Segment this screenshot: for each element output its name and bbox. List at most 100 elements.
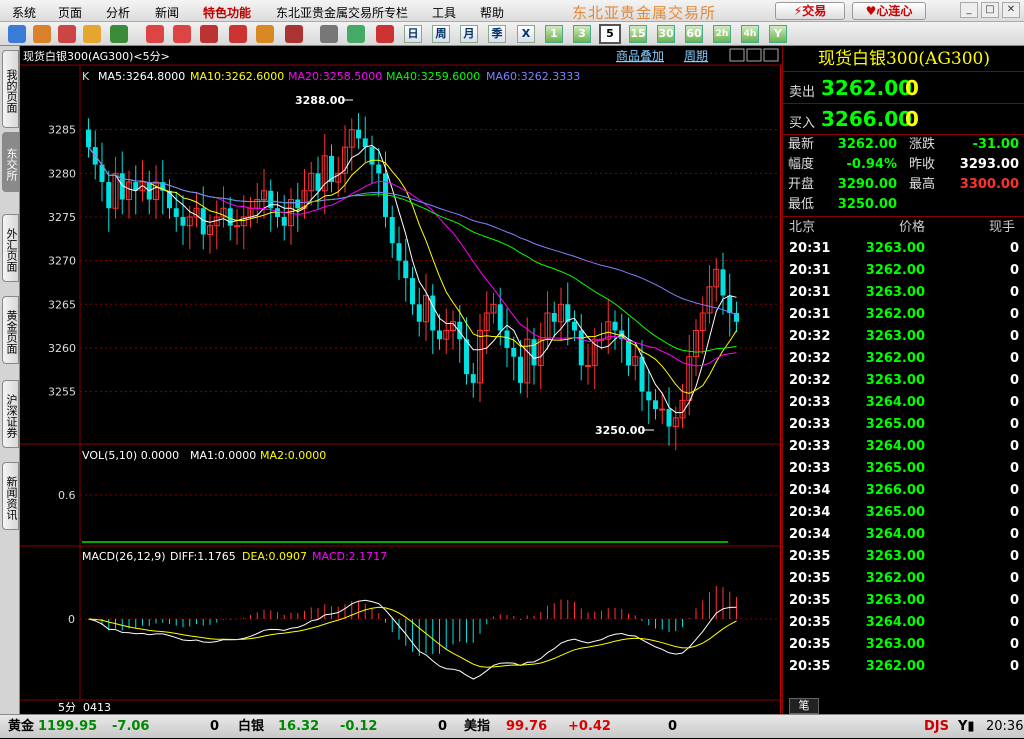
period-15-button[interactable]: 15 bbox=[629, 25, 647, 43]
lightning-icon: ⚡ bbox=[793, 4, 803, 18]
period-1-button[interactable]: 1 bbox=[545, 25, 563, 43]
tick-time: 20:35 bbox=[789, 637, 831, 652]
zoom-in-icon[interactable] bbox=[146, 25, 164, 43]
usd-change: +0.42 bbox=[568, 719, 611, 734]
home-icon[interactable] bbox=[33, 25, 51, 43]
side-tab-dongjiaosuo[interactable]: 东交所 bbox=[2, 132, 19, 192]
tick-row: 20:32 3262.00 0 bbox=[783, 348, 1024, 370]
side-tab-news[interactable]: 新闻资讯 bbox=[2, 462, 19, 530]
sell-label: 卖出 bbox=[789, 85, 816, 100]
candle-body bbox=[389, 216, 395, 244]
macd-indicator bbox=[80, 585, 781, 680]
side-tab-gold[interactable]: 黄金页面 bbox=[2, 296, 19, 364]
menu-tools[interactable]: 工具 bbox=[432, 4, 456, 21]
tick-price: 3263.00 bbox=[865, 373, 925, 388]
silver-change: -0.12 bbox=[340, 719, 378, 734]
quote-table-icon[interactable] bbox=[320, 25, 338, 43]
vol-tick: 0.6 bbox=[58, 489, 76, 502]
tick-time: 20:34 bbox=[789, 505, 831, 520]
tick-row: 20:31 3263.00 0 bbox=[783, 282, 1024, 304]
tick-time: 20:35 bbox=[789, 549, 831, 564]
candle-body bbox=[470, 374, 476, 383]
chart-area[interactable]: 现货白银300(AG300)<5分> 商品叠加 周期 K MA5:3264.80… bbox=[20, 46, 781, 714]
side-tab-forex[interactable]: 外汇页面 bbox=[2, 214, 19, 282]
period-year-button[interactable]: Y bbox=[769, 25, 787, 43]
candle-body bbox=[585, 364, 591, 367]
macd-name-label: MACD(26,12,9) bbox=[82, 550, 166, 563]
refresh-icon[interactable] bbox=[110, 25, 128, 43]
period-5-button[interactable]: 5 bbox=[599, 24, 621, 44]
tick-price: 3263.00 bbox=[865, 549, 925, 564]
period-4h-button[interactable]: 4h bbox=[741, 25, 759, 43]
xinlian-button[interactable]: ♥心连心 bbox=[852, 2, 926, 20]
overlay-icon[interactable] bbox=[200, 25, 218, 43]
candle-body bbox=[275, 208, 280, 217]
candle-body bbox=[464, 339, 469, 375]
menu-page[interactable]: 页面 bbox=[58, 4, 82, 21]
gold-change: -7.06 bbox=[112, 719, 150, 734]
side-tab-my-page[interactable]: 我的页面 bbox=[2, 50, 19, 128]
candle-body bbox=[639, 356, 645, 392]
candle-body bbox=[376, 164, 382, 174]
candle-body bbox=[437, 330, 442, 340]
tick-volume: 0 bbox=[1009, 461, 1019, 476]
status-bar: 黄金 1199.95 -7.06 0 白银 16.32 -0.12 0 美指 9… bbox=[0, 714, 1024, 738]
buy-row[interactable]: 买入 3266.00 0 bbox=[783, 104, 1024, 135]
candle-body bbox=[720, 269, 726, 296]
ma20-label: MA20:3258.5000 bbox=[288, 70, 382, 83]
candle-body bbox=[410, 278, 415, 305]
overlay-link[interactable]: 商品叠加 bbox=[616, 48, 664, 63]
filter-icon[interactable] bbox=[285, 25, 303, 43]
macd-zero-tick: 0 bbox=[68, 613, 75, 626]
period-link[interactable]: 周期 bbox=[684, 49, 708, 63]
sell-row[interactable]: 卖出 3262.00 0 bbox=[783, 73, 1024, 104]
period-3-button[interactable]: 3 bbox=[573, 25, 591, 43]
candle-body bbox=[659, 408, 666, 411]
close-button[interactable]: ✕ bbox=[1002, 2, 1020, 18]
period-2h-button[interactable]: 2h bbox=[713, 25, 731, 43]
tick-row: 20:31 3262.00 0 bbox=[783, 304, 1024, 326]
kline-chart[interactable]: 现货白银300(AG300)<5分> 商品叠加 周期 K MA5:3264.80… bbox=[20, 46, 781, 714]
tick-header-price: 价格 bbox=[899, 220, 926, 235]
period-week-button[interactable]: 周 bbox=[432, 25, 450, 43]
maximize-button[interactable]: □ bbox=[981, 2, 999, 18]
minute-chart-icon[interactable] bbox=[347, 25, 365, 43]
alert-icon[interactable] bbox=[256, 25, 274, 43]
minimize-button[interactable]: _ bbox=[960, 2, 978, 18]
low-marker-label: 3250.00 bbox=[595, 424, 645, 437]
draw-icon[interactable] bbox=[229, 25, 247, 43]
trade-button[interactable]: ⚡交易 bbox=[775, 2, 845, 20]
tick-row: 20:32 3263.00 0 bbox=[783, 370, 1024, 392]
tick-time: 20:32 bbox=[789, 351, 831, 366]
tick-icon[interactable] bbox=[376, 25, 394, 43]
period-month-button[interactable]: 月 bbox=[460, 25, 478, 43]
period-30-button[interactable]: 30 bbox=[657, 25, 675, 43]
vol-ma1-label: MA1:0.0000 bbox=[190, 449, 256, 462]
candle-body bbox=[612, 321, 618, 331]
folder-icon[interactable] bbox=[83, 25, 101, 43]
silver-label: 白银 bbox=[238, 719, 265, 734]
tick-volume: 0 bbox=[1009, 285, 1019, 300]
menu-news[interactable]: 新闻 bbox=[155, 4, 179, 21]
period-season-button[interactable]: 季 bbox=[488, 25, 506, 43]
back-icon[interactable] bbox=[8, 25, 26, 43]
period-60-button[interactable]: 60 bbox=[685, 25, 703, 43]
menu-system[interactable]: 系统 bbox=[12, 4, 36, 21]
side-tab-stocks[interactable]: 沪深证券 bbox=[2, 380, 19, 448]
tick-tab[interactable]: 笔 bbox=[789, 698, 819, 714]
menu-analysis[interactable]: 分析 bbox=[106, 4, 130, 21]
menu-help[interactable]: 帮助 bbox=[480, 4, 504, 21]
period-day-button[interactable]: 日 bbox=[404, 25, 422, 43]
vol-ma2-label: MA2:0.0000 bbox=[260, 449, 326, 462]
tick-volume: 0 bbox=[1009, 351, 1019, 366]
tick-volume: 0 bbox=[1009, 571, 1019, 586]
menu-special[interactable]: 特色功能 bbox=[203, 4, 251, 21]
candle-body bbox=[281, 216, 287, 226]
prev-icon[interactable] bbox=[58, 25, 76, 43]
zoom-out-icon[interactable] bbox=[173, 25, 191, 43]
menu-exchange-column[interactable]: 东北亚贵金属交易所专栏 bbox=[276, 4, 408, 21]
usd-volume: 0 bbox=[668, 719, 678, 734]
tick-price: 3264.00 bbox=[865, 615, 925, 630]
period-x-button[interactable]: X bbox=[517, 25, 535, 43]
tick-price: 3262.00 bbox=[865, 659, 925, 674]
